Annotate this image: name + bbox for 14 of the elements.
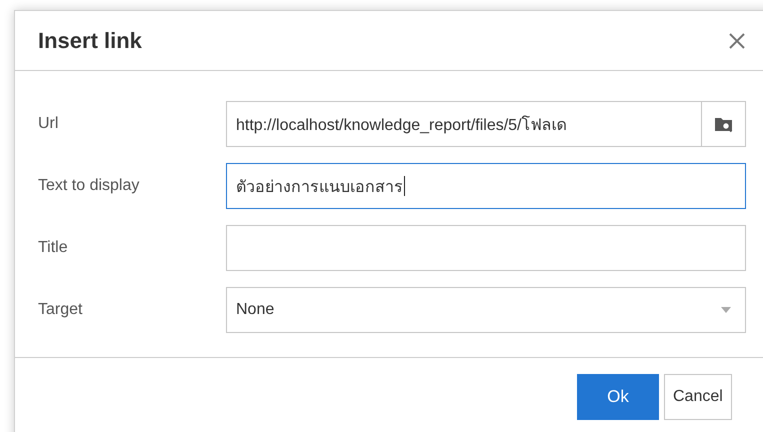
ok-button[interactable]: Ok [577,374,659,420]
close-icon[interactable] [729,32,745,48]
folder-search-icon [714,115,734,133]
field-label: Url [38,115,60,133]
field-label: Target [38,301,84,319]
target-dropdown[interactable]: None [226,287,746,333]
input-field[interactable]: http://localhost/knowledge_report/files/5/โฟลเด [226,101,746,147]
dialog-title: Insert link [38,28,143,54]
cancel-button[interactable]: Cancel [664,374,732,420]
field-label: Text to display [38,177,140,195]
field-label: Title [38,239,69,257]
dropdown-caret-icon [721,307,731,313]
input-field[interactable]: ตัวอย่างการแนบเอกสาร [226,163,746,209]
input-field[interactable] [226,225,746,271]
